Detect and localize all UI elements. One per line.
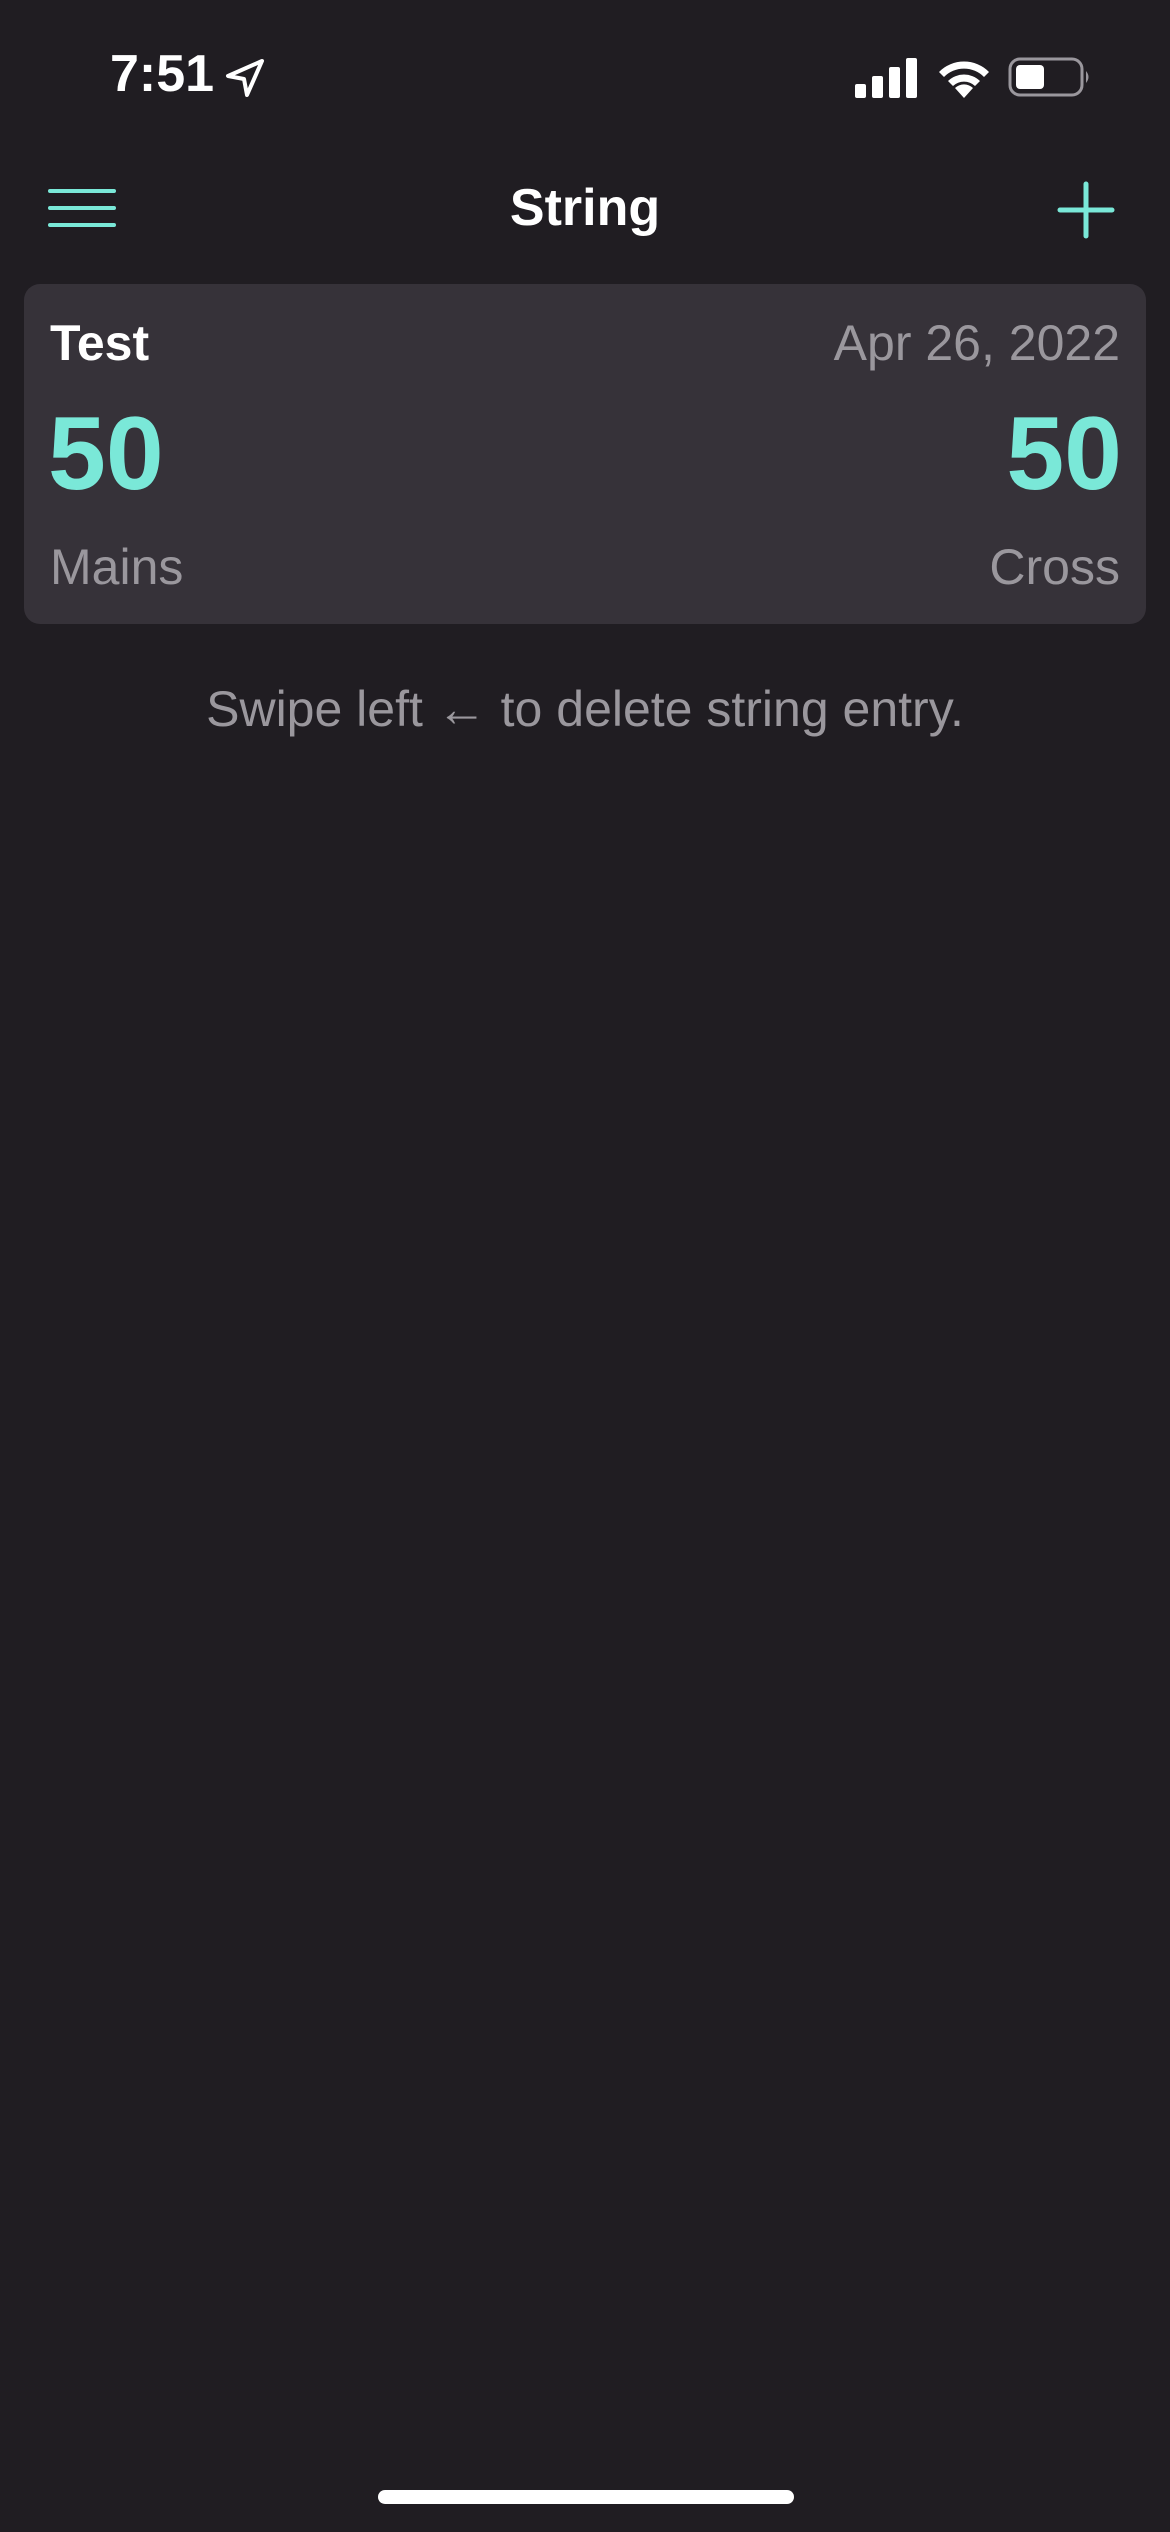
mains-tension-value: 50: [48, 396, 164, 512]
battery-icon: [1008, 56, 1092, 98]
navigation-bar: String: [0, 150, 1170, 266]
cross-label: Cross: [989, 539, 1120, 595]
string-entry-card[interactable]: Test Apr 26, 2022 50 50 Mains Cross: [24, 284, 1146, 624]
cross-tension-value: 50: [1006, 396, 1122, 512]
wifi-icon: [935, 56, 993, 98]
entry-date: Apr 26, 2022: [833, 315, 1120, 371]
status-bar: 7:51: [0, 0, 1170, 150]
page-title: String: [509, 179, 661, 237]
mains-label: Mains: [50, 539, 184, 595]
entry-name: Test: [50, 315, 150, 371]
location-arrow-icon: [222, 55, 268, 101]
home-indicator[interactable]: [378, 2490, 794, 2504]
signal-bars-icon: [855, 58, 917, 98]
status-time: 7:51: [110, 45, 215, 103]
add-entry-button[interactable]: [1056, 180, 1116, 240]
plus-icon: [1056, 181, 1116, 244]
swipe-hint-text: Swipe left ← to delete string entry.: [206, 681, 964, 737]
